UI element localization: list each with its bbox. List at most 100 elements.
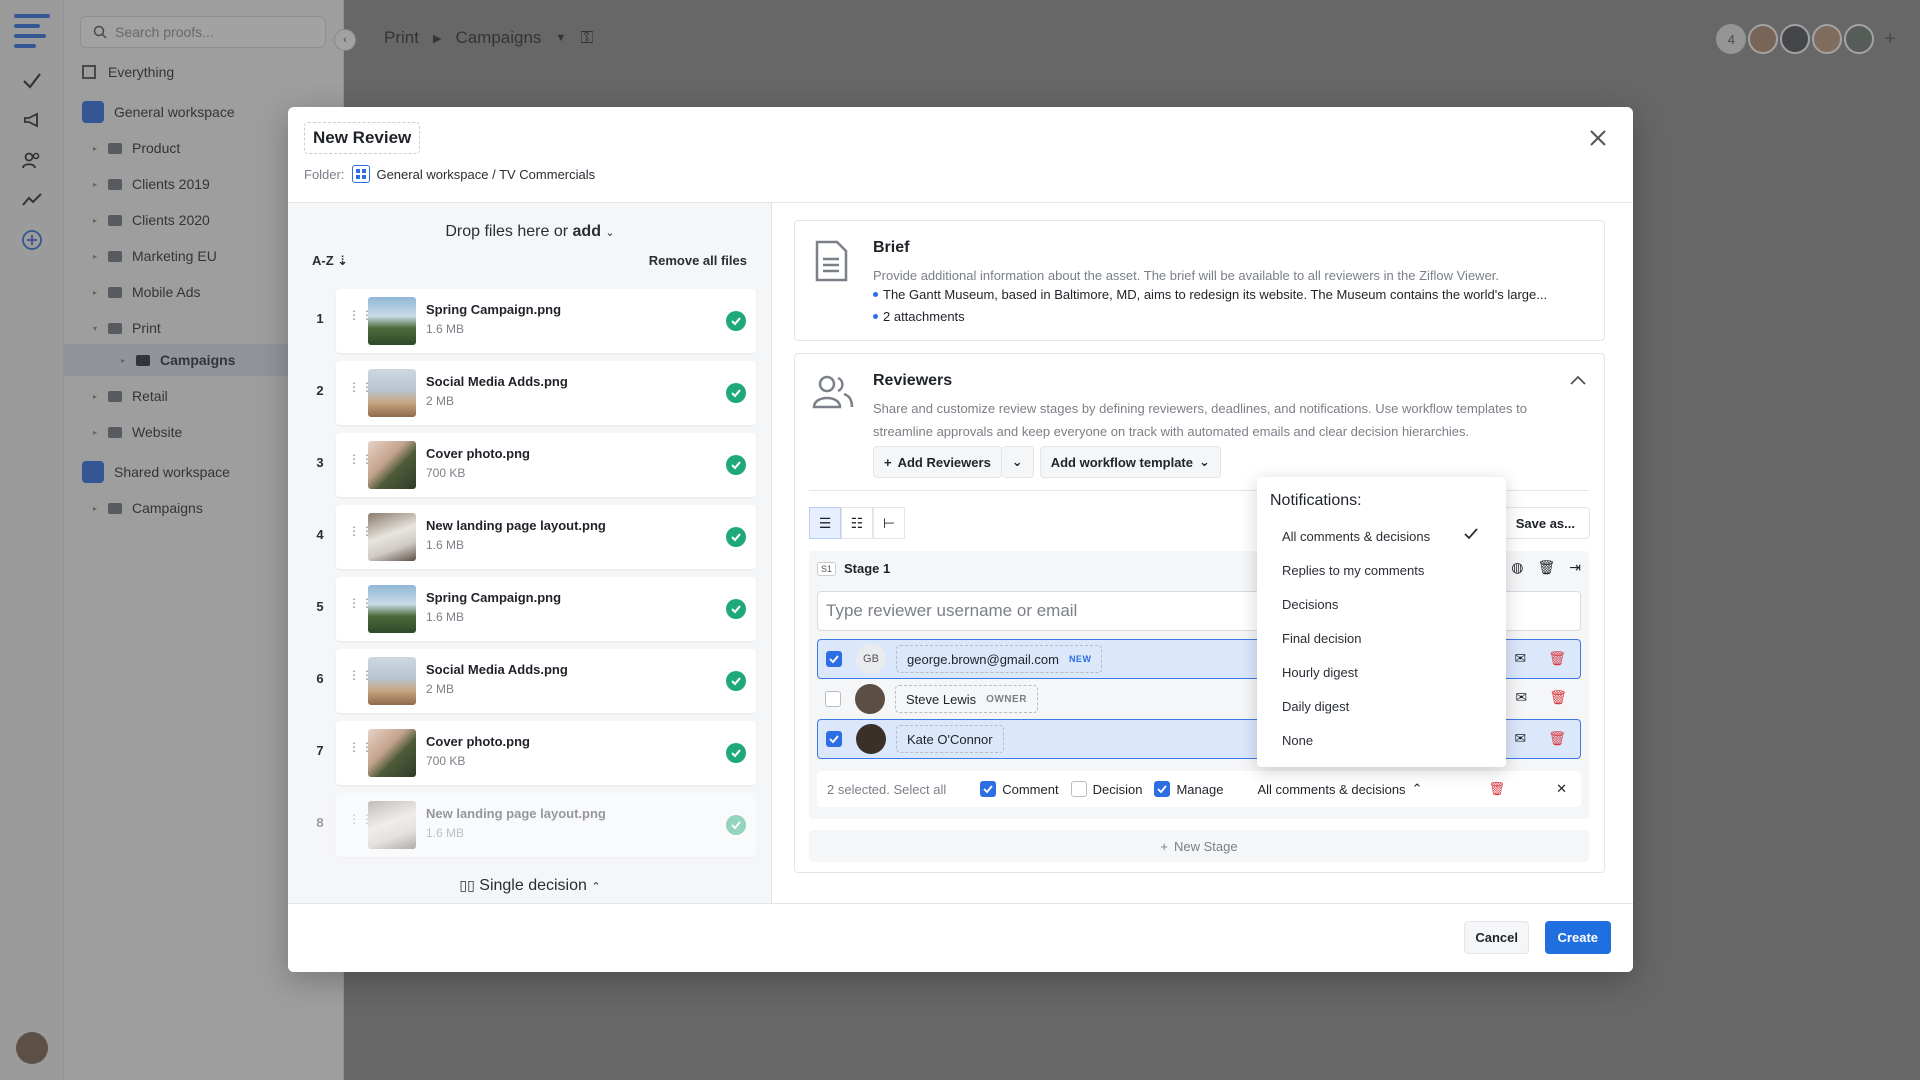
file-row: 6 ⋮⋮ Social Media Adds.png 2 MB bbox=[312, 649, 756, 713]
trash-icon[interactable]: 🗑 bbox=[1549, 689, 1567, 706]
manage-label: Manage bbox=[1176, 781, 1224, 797]
file-card[interactable]: ⋮⋮ Spring Campaign.png 1.6 MB bbox=[336, 577, 756, 641]
notification-option[interactable]: Hourly digest bbox=[1257, 655, 1506, 689]
file-size: 700 KB bbox=[426, 754, 466, 768]
file-card[interactable]: ⋮⋮ Cover photo.png 700 KB bbox=[336, 433, 756, 497]
trash-icon[interactable]: 🗑 bbox=[1488, 781, 1505, 797]
chevron-up-icon: ⌃ bbox=[591, 881, 601, 893]
file-name: Spring Campaign.png bbox=[426, 590, 562, 605]
trash-icon[interactable]: 🗑 bbox=[1548, 650, 1566, 667]
owner-badge: OWNER bbox=[986, 693, 1027, 705]
add-workflow-template-button[interactable]: Add workflow template ⌄ bbox=[1039, 446, 1221, 478]
file-card[interactable]: ⋮⋮ Social Media Adds.png 2 MB bbox=[336, 361, 756, 425]
mail-icon[interactable]: ✉ bbox=[1515, 689, 1527, 706]
checkbox[interactable] bbox=[1070, 781, 1087, 797]
file-thumbnail bbox=[368, 297, 416, 345]
mail-icon[interactable]: ✉ bbox=[1514, 650, 1526, 667]
file-row: 3 ⋮⋮ Cover photo.png 700 KB bbox=[312, 433, 756, 497]
brief-attachments[interactable]: 2 attachments bbox=[873, 309, 1597, 324]
tree-view-icon[interactable]: ⊢ bbox=[873, 507, 905, 539]
file-card[interactable]: ⋮⋮ Cover photo.png 700 KB bbox=[336, 721, 756, 785]
manage-permission[interactable]: Manage bbox=[1154, 781, 1223, 797]
drag-handle-icon[interactable]: ⋮⋮ bbox=[348, 453, 373, 473]
drag-handle-icon[interactable]: ⋮⋮ bbox=[348, 597, 373, 617]
drag-handle-icon[interactable]: ⋮⋮ bbox=[348, 525, 373, 545]
add-reviewers-button[interactable]: + Add Reviewers bbox=[873, 446, 1002, 478]
file-size: 1.6 MB bbox=[426, 322, 465, 336]
drag-handle-icon[interactable]: ⋮⋮ bbox=[348, 669, 373, 689]
trash-icon[interactable]: 🗑 bbox=[1548, 730, 1566, 747]
checkbox[interactable] bbox=[980, 781, 997, 797]
folder-path-text[interactable]: General workspace / TV Commercials bbox=[376, 167, 595, 182]
drag-handle-icon[interactable]: ⋮⋮ bbox=[348, 813, 373, 833]
chevron-down-icon[interactable]: ⌄ bbox=[605, 227, 614, 239]
avatar bbox=[855, 684, 885, 714]
add-files-link[interactable]: add bbox=[573, 223, 601, 240]
folder-path: Folder: General workspace / TV Commercia… bbox=[304, 165, 595, 183]
check-circle-icon bbox=[726, 383, 746, 403]
stage-badge: S1 bbox=[817, 561, 837, 576]
check-circle-icon bbox=[726, 671, 746, 691]
bullet-icon bbox=[873, 292, 878, 297]
reviewer-checkbox[interactable] bbox=[826, 731, 842, 747]
notification-option[interactable]: Final decision bbox=[1257, 621, 1506, 655]
decision-mode-selector[interactable]: ▯▯ Single decision ⌃ bbox=[288, 877, 772, 895]
notification-option[interactable]: Decisions bbox=[1257, 587, 1506, 621]
cancel-button[interactable]: Cancel bbox=[1464, 921, 1529, 954]
stage-name[interactable]: Stage 1 bbox=[844, 561, 890, 576]
globe-icon[interactable]: ◍ bbox=[1511, 559, 1523, 576]
selection-count[interactable]: 2 selected. Select all bbox=[827, 782, 946, 797]
notification-option[interactable]: Daily digest bbox=[1257, 689, 1506, 723]
create-button[interactable]: Create bbox=[1544, 921, 1611, 954]
notification-option[interactable]: All comments & decisions bbox=[1257, 519, 1506, 553]
bullet-icon bbox=[873, 314, 878, 319]
decision-permission[interactable]: Decision bbox=[1070, 781, 1142, 797]
collapse-right-icon[interactable]: ⇥ bbox=[1569, 559, 1581, 576]
mail-icon[interactable]: ✉ bbox=[1514, 730, 1526, 747]
add-reviewers-dropdown[interactable]: ⌄ bbox=[1001, 446, 1034, 478]
file-card[interactable]: ⋮⋮ Spring Campaign.png 1.6 MB bbox=[336, 289, 756, 353]
sort-button[interactable]: A-Z ⇣ bbox=[312, 253, 348, 269]
chevron-up-icon[interactable] bbox=[1570, 372, 1586, 388]
list-view-icon[interactable]: ☰ bbox=[809, 507, 841, 539]
file-index: 3 bbox=[316, 455, 324, 470]
drag-handle-icon[interactable]: ⋮⋮ bbox=[348, 309, 373, 329]
avatar bbox=[856, 724, 886, 754]
chevron-up-icon: ⌃ bbox=[1411, 781, 1423, 796]
file-card[interactable]: ⋮⋮ New landing page layout.png 1.6 MB bbox=[336, 505, 756, 569]
save-as-button[interactable]: Save as... bbox=[1500, 507, 1590, 539]
notifications-select[interactable]: All comments & decisions ⌃ bbox=[1257, 781, 1422, 797]
stage-icons: ◍ 🗑 ⇥ bbox=[1511, 559, 1581, 576]
brief-card[interactable]: Brief Provide additional information abo… bbox=[794, 220, 1605, 341]
reviewer-checkbox[interactable] bbox=[825, 691, 841, 707]
compact-view-icon[interactable]: ☷ bbox=[841, 507, 873, 539]
notification-option[interactable]: None bbox=[1257, 723, 1506, 757]
reviewers-title: Reviewers bbox=[873, 372, 953, 389]
decision-mode-icon: ▯▯ bbox=[459, 877, 475, 893]
close-icon[interactable]: ✕ bbox=[1556, 781, 1567, 797]
close-modal-icon[interactable] bbox=[1585, 125, 1611, 151]
notifications-dropdown: Notifications: All comments & decisions … bbox=[1257, 477, 1506, 767]
file-card[interactable]: ⋮⋮ New landing page layout.png 1.6 MB bbox=[336, 793, 756, 857]
reviewer-checkbox[interactable] bbox=[826, 651, 842, 667]
file-index: 7 bbox=[316, 743, 324, 758]
file-thumbnail bbox=[368, 801, 416, 849]
drop-zone[interactable]: Drop files here or add ⌄ bbox=[288, 223, 772, 241]
reviewer-input-placeholder: Type reviewer username or email bbox=[826, 601, 1078, 620]
row-actions: ✉ 🗑 bbox=[1514, 650, 1566, 667]
notification-option[interactable]: Replies to my comments bbox=[1257, 553, 1506, 587]
check-circle-icon bbox=[726, 815, 746, 835]
file-row: 7 ⋮⋮ Cover photo.png 700 KB bbox=[312, 721, 756, 785]
checkbox[interactable] bbox=[1154, 781, 1171, 797]
new-stage-button[interactable]: + New Stage bbox=[809, 830, 1589, 862]
reviewer-chip: george.brown@gmail.com NEW bbox=[896, 645, 1103, 673]
remove-all-files-button[interactable]: Remove all files bbox=[649, 253, 747, 268]
comment-permission[interactable]: Comment bbox=[980, 781, 1059, 797]
review-title-input[interactable]: New Review bbox=[304, 122, 421, 154]
drag-handle-icon[interactable]: ⋮⋮ bbox=[348, 741, 373, 761]
plus-icon: + bbox=[1160, 838, 1168, 854]
drag-handle-icon[interactable]: ⋮⋮ bbox=[348, 381, 373, 401]
file-card[interactable]: ⋮⋮ Social Media Adds.png 2 MB bbox=[336, 649, 756, 713]
trash-icon[interactable]: 🗑 bbox=[1537, 559, 1555, 576]
file-thumbnail bbox=[368, 369, 416, 417]
